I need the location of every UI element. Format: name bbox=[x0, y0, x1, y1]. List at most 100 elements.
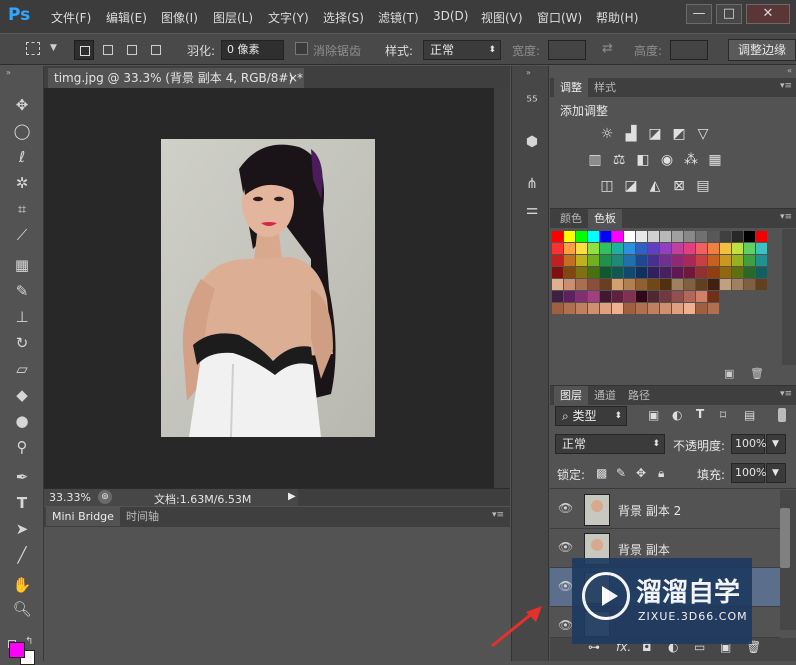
eraser-tool-icon[interactable]: ▱ bbox=[10, 358, 34, 380]
layer-name[interactable]: 背景 副本 2 bbox=[618, 502, 681, 519]
color-swatch[interactable] bbox=[636, 231, 647, 242]
color-swatch[interactable] bbox=[696, 255, 707, 266]
color-swatch[interactable] bbox=[600, 267, 611, 278]
color-swatch[interactable] bbox=[720, 267, 731, 278]
exposure-icon[interactable]: ◩ bbox=[670, 126, 688, 142]
color-swatch[interactable] bbox=[576, 279, 587, 290]
color-swatch[interactable] bbox=[552, 279, 563, 290]
color-swatch[interactable] bbox=[636, 303, 647, 314]
document-close-icon[interactable]: × bbox=[288, 68, 298, 88]
tab-styles[interactable]: 样式 bbox=[588, 78, 622, 97]
color-swatch[interactable] bbox=[720, 231, 731, 242]
posterize-icon[interactable]: ◪ bbox=[622, 178, 640, 194]
color-swatch[interactable] bbox=[672, 243, 683, 254]
color-swatch[interactable] bbox=[624, 267, 635, 278]
color-swatch[interactable] bbox=[636, 291, 647, 302]
color-swatch[interactable] bbox=[636, 279, 647, 290]
color-swatch[interactable] bbox=[600, 291, 611, 302]
color-swatch[interactable] bbox=[552, 267, 563, 278]
status-info-icon[interactable]: ⊚ bbox=[98, 490, 112, 504]
menu-image[interactable]: 图像(I) bbox=[161, 9, 198, 26]
panel-menu-icon[interactable]: ▾≡ bbox=[780, 389, 792, 399]
color-swatch[interactable] bbox=[684, 291, 695, 302]
tab-color[interactable]: 颜色 bbox=[554, 209, 588, 228]
color-swatch[interactable] bbox=[648, 255, 659, 266]
tab-timeline[interactable]: 时间轴 bbox=[120, 507, 165, 526]
color-swatch[interactable] bbox=[576, 303, 587, 314]
antialias-checkbox[interactable] bbox=[295, 42, 308, 55]
color-swatch[interactable] bbox=[576, 267, 587, 278]
maximize-button[interactable]: □ bbox=[716, 4, 742, 24]
color-swatch[interactable] bbox=[672, 291, 683, 302]
color-swatch[interactable] bbox=[708, 243, 719, 254]
color-swatch[interactable] bbox=[564, 243, 575, 254]
new-swatch-icon[interactable]: ▣ bbox=[724, 367, 734, 380]
color-swatch[interactable] bbox=[696, 291, 707, 302]
brightness-icon[interactable]: ☼ bbox=[598, 126, 616, 142]
color-swatch[interactable] bbox=[660, 231, 671, 242]
pen-tool-icon[interactable]: ✒ bbox=[10, 466, 34, 488]
color-swatch[interactable] bbox=[660, 255, 671, 266]
color-swatch[interactable] bbox=[660, 243, 671, 254]
color-swatch[interactable] bbox=[588, 267, 599, 278]
color-swatch[interactable] bbox=[576, 255, 587, 266]
width-input[interactable] bbox=[548, 40, 586, 60]
black-white-icon[interactable]: ◧ bbox=[634, 152, 652, 168]
collapse-arrows-icon[interactable]: » bbox=[6, 68, 11, 77]
color-swatch[interactable] bbox=[744, 243, 755, 254]
color-swatch[interactable] bbox=[708, 279, 719, 290]
color-swatch[interactable] bbox=[612, 279, 623, 290]
clone-stamp-icon[interactable]: ⊥ bbox=[10, 306, 34, 328]
fill-dropdown-icon[interactable]: ▼ bbox=[766, 463, 786, 483]
color-swatch[interactable] bbox=[612, 291, 623, 302]
swap-colors-icon[interactable]: ↰ bbox=[25, 636, 33, 647]
filter-toggle[interactable] bbox=[778, 408, 786, 422]
add-selection-icon[interactable] bbox=[98, 40, 118, 60]
move-tool-icon[interactable]: ✥ bbox=[10, 94, 34, 116]
visibility-eye-icon[interactable]: 👁︎ bbox=[558, 501, 573, 515]
zoom-tool-icon[interactable]: 🔍︎ bbox=[10, 598, 34, 620]
fill-input[interactable]: 100% bbox=[731, 463, 766, 483]
visibility-eye-icon[interactable]: 👁︎ bbox=[558, 618, 573, 632]
menu-view[interactable]: 视图(V) bbox=[481, 9, 523, 26]
menu-filter[interactable]: 滤镜(T) bbox=[378, 9, 419, 26]
color-lookup-icon[interactable]: ▦ bbox=[706, 152, 724, 168]
color-swatch[interactable] bbox=[756, 243, 767, 254]
color-swatch[interactable] bbox=[552, 303, 563, 314]
history-panel-icon[interactable]: ⁵⁵ bbox=[522, 92, 542, 112]
color-swatch[interactable] bbox=[744, 279, 755, 290]
color-swatch[interactable] bbox=[552, 243, 563, 254]
menu-window[interactable]: 窗口(W) bbox=[537, 9, 582, 26]
color-swatch[interactable] bbox=[564, 303, 575, 314]
subtract-selection-icon[interactable] bbox=[122, 40, 142, 60]
color-swatch[interactable] bbox=[552, 291, 563, 302]
threshold-icon[interactable]: ◭ bbox=[646, 178, 664, 194]
new-selection-icon[interactable] bbox=[74, 40, 94, 60]
blend-mode-select[interactable]: 正常 ⬍ bbox=[555, 434, 665, 454]
photo-filter-icon[interactable]: ◉ bbox=[658, 152, 676, 168]
color-swatch[interactable] bbox=[624, 243, 635, 254]
brush-tool-icon[interactable]: ✎ bbox=[10, 280, 34, 302]
color-swatch[interactable] bbox=[600, 231, 611, 242]
delete-swatch-icon[interactable]: 🗑︎ bbox=[750, 367, 764, 380]
color-swatch[interactable] bbox=[588, 231, 599, 242]
color-swatch[interactable] bbox=[600, 279, 611, 290]
color-swatch[interactable] bbox=[672, 303, 683, 314]
color-swatch[interactable] bbox=[600, 243, 611, 254]
magic-wand-icon[interactable]: ✲ bbox=[10, 172, 34, 194]
panel-menu-icon[interactable]: ▾≡ bbox=[492, 510, 504, 520]
color-swatch[interactable] bbox=[576, 231, 587, 242]
3d-panel-icon[interactable]: ⬢ bbox=[522, 132, 542, 152]
opacity-input[interactable]: 100% bbox=[731, 434, 766, 454]
vertical-scrollbar[interactable] bbox=[494, 88, 510, 488]
layer-row[interactable]: 👁︎ 背景 副本 2 bbox=[550, 490, 780, 529]
color-swatch[interactable] bbox=[708, 291, 719, 302]
history-brush-icon[interactable]: ↻ bbox=[10, 332, 34, 354]
color-swatch[interactable] bbox=[636, 243, 647, 254]
tool-preset-chevron-icon[interactable]: ▼ bbox=[50, 43, 57, 53]
color-swatch[interactable] bbox=[552, 231, 563, 242]
menu-help[interactable]: 帮助(H) bbox=[596, 9, 638, 26]
refine-edge-button[interactable]: 调整边缘 bbox=[728, 39, 796, 61]
color-swatch[interactable] bbox=[756, 279, 767, 290]
color-swatch[interactable] bbox=[720, 243, 731, 254]
